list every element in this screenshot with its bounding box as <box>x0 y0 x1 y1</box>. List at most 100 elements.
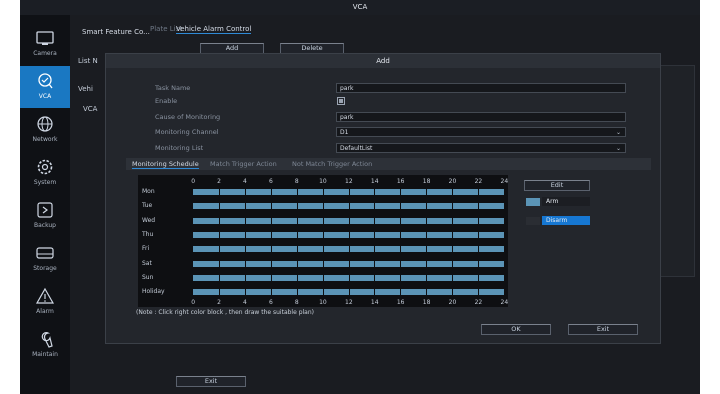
schedule-tick <box>452 189 454 195</box>
channel-label: Monitoring Channel <box>155 128 219 136</box>
cause-input[interactable]: park <box>336 112 626 122</box>
tab-monitoring-schedule[interactable]: Monitoring Schedule <box>132 160 199 169</box>
schedule-tick <box>296 246 298 253</box>
sidebar-item-network[interactable]: Network <box>20 109 70 151</box>
schedule-tick <box>322 189 324 195</box>
section-title: Smart Feature Co... <box>82 28 150 36</box>
app-window: VCA Camera VCA Network System Backup Sto… <box>20 0 700 394</box>
day-label: Sun <box>142 273 154 281</box>
sidebar-item-label: Maintain <box>32 351 58 358</box>
sidebar-item-system[interactable]: System <box>20 152 70 194</box>
schedule-tick <box>374 289 376 296</box>
schedule-note: (Note : Click right color block , then d… <box>136 309 314 316</box>
day-label: Holiday <box>142 288 165 296</box>
schedule-tick <box>478 274 480 281</box>
schedule-tick <box>426 203 428 210</box>
schedule-tick <box>400 289 402 296</box>
gear-icon <box>34 158 56 176</box>
list-item[interactable]: VCA <box>83 105 97 113</box>
schedule-tick <box>400 246 402 253</box>
arm-legend-label: Arm <box>542 197 590 206</box>
schedule-tick <box>348 246 350 253</box>
schedule-tick <box>426 289 428 296</box>
hour-label: 16 <box>396 299 405 306</box>
schedule-tick <box>322 274 324 281</box>
schedule-tick <box>270 217 272 224</box>
hour-label: 4 <box>243 299 247 306</box>
schedule-grid[interactable]: 0 2 4 6 8 10 12 14 16 18 20 22 24 Mon Tue Wed Thu Fri Sat S… <box>138 175 508 307</box>
schedule-tick <box>296 231 298 238</box>
day-label: Tue <box>142 202 153 210</box>
schedule-tick <box>322 260 324 267</box>
alarm-icon <box>34 287 56 305</box>
schedule-tick <box>452 289 454 296</box>
schedule-tick <box>452 274 454 281</box>
sidebar-item-backup[interactable]: Backup <box>20 195 70 237</box>
schedule-tick <box>218 246 220 253</box>
edit-button[interactable]: Edit <box>524 180 590 191</box>
schedule-tick <box>270 274 272 281</box>
dialog-exit-button[interactable]: Exit <box>568 324 638 335</box>
schedule-tick <box>218 260 220 267</box>
title-bar: VCA <box>20 0 700 15</box>
day-label: Fri <box>142 245 150 253</box>
task-name-label: Task Name <box>155 84 191 92</box>
sidebar-item-storage[interactable]: Storage <box>20 238 70 280</box>
exit-button[interactable]: Exit <box>176 376 246 387</box>
hour-label: 22 <box>474 178 483 185</box>
schedule-tick <box>452 203 454 210</box>
camera-icon <box>34 29 56 47</box>
hour-label: 4 <box>243 178 247 185</box>
tab-vehicle-alarm-control[interactable]: Vehicle Alarm Control <box>176 25 252 34</box>
schedule-tick <box>400 274 402 281</box>
schedule-tick <box>270 231 272 238</box>
sidebar-item-vca[interactable]: VCA <box>20 66 70 108</box>
disarm-legend-label: Disarm <box>542 216 590 225</box>
enable-checkbox[interactable] <box>337 97 345 105</box>
schedule-tick <box>218 231 220 238</box>
sidebar-item-maintain[interactable]: Maintain <box>20 324 70 366</box>
sidebar-item-camera[interactable]: Camera <box>20 23 70 65</box>
schedule-tick <box>296 189 298 195</box>
schedule-tick <box>296 289 298 296</box>
sidebar-item-alarm[interactable]: Alarm <box>20 281 70 323</box>
day-label: Mon <box>142 188 155 195</box>
schedule-tick <box>322 246 324 253</box>
schedule-tick <box>322 203 324 210</box>
schedule-tick <box>478 189 480 195</box>
list-item[interactable]: List N <box>78 57 98 65</box>
schedule-tick <box>426 189 428 195</box>
schedule-tick <box>374 203 376 210</box>
schedule-tick <box>244 217 246 224</box>
list-select[interactable]: DefaultList ⌄ <box>336 143 626 153</box>
channel-select[interactable]: D1 ⌄ <box>336 127 626 137</box>
schedule-tick <box>244 289 246 296</box>
hour-label: 8 <box>294 299 299 306</box>
schedule-tick <box>452 217 454 224</box>
ok-button[interactable]: OK <box>481 324 551 335</box>
sidebar-item-label: Network <box>32 136 58 143</box>
disarm-color-block[interactable] <box>526 217 540 225</box>
schedule-tick <box>478 260 480 267</box>
schedule-tick <box>374 217 376 224</box>
schedule-tick <box>374 274 376 281</box>
chevron-down-icon: ⌄ <box>615 145 621 152</box>
list-label: Monitoring List <box>155 144 204 152</box>
hour-label: 12 <box>345 178 353 185</box>
tab-match-trigger-action[interactable]: Match Trigger Action <box>210 160 277 168</box>
window-title: VCA <box>352 3 368 11</box>
hour-label: 0 <box>191 299 196 306</box>
schedule-tick <box>218 289 220 296</box>
dialog-tabs: Monitoring Schedule Match Trigger Action… <box>126 158 651 170</box>
tab-not-match-trigger-action[interactable]: Not Match Trigger Action <box>292 160 372 168</box>
task-name-input[interactable]: park <box>336 83 626 93</box>
schedule-tick <box>426 274 428 281</box>
schedule-tick <box>244 274 246 281</box>
hour-label: 20 <box>448 299 457 306</box>
schedule-tick <box>218 203 220 210</box>
arm-color-block[interactable] <box>526 198 540 206</box>
hour-label: 18 <box>422 178 431 185</box>
dialog-title: Add <box>106 54 660 68</box>
list-item[interactable]: Vehi <box>78 85 93 93</box>
schedule-tick <box>322 231 324 238</box>
